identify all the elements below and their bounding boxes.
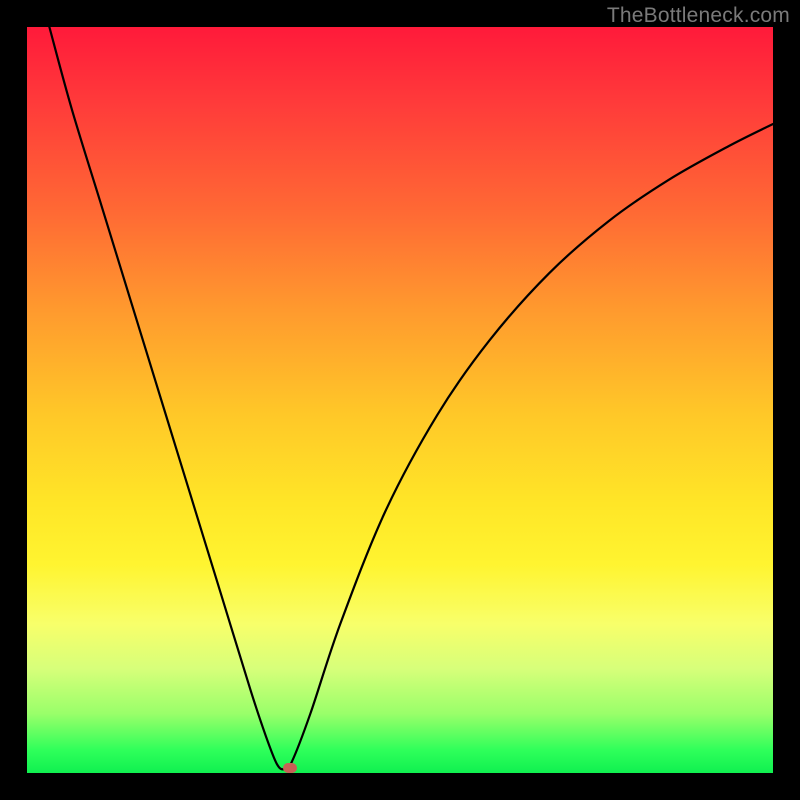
optimal-point-marker [283,763,297,773]
watermark-text: TheBottleneck.com [607,4,790,28]
plot-area [27,27,773,773]
bottleneck-curve [27,27,773,773]
chart-frame: TheBottleneck.com [0,0,800,800]
